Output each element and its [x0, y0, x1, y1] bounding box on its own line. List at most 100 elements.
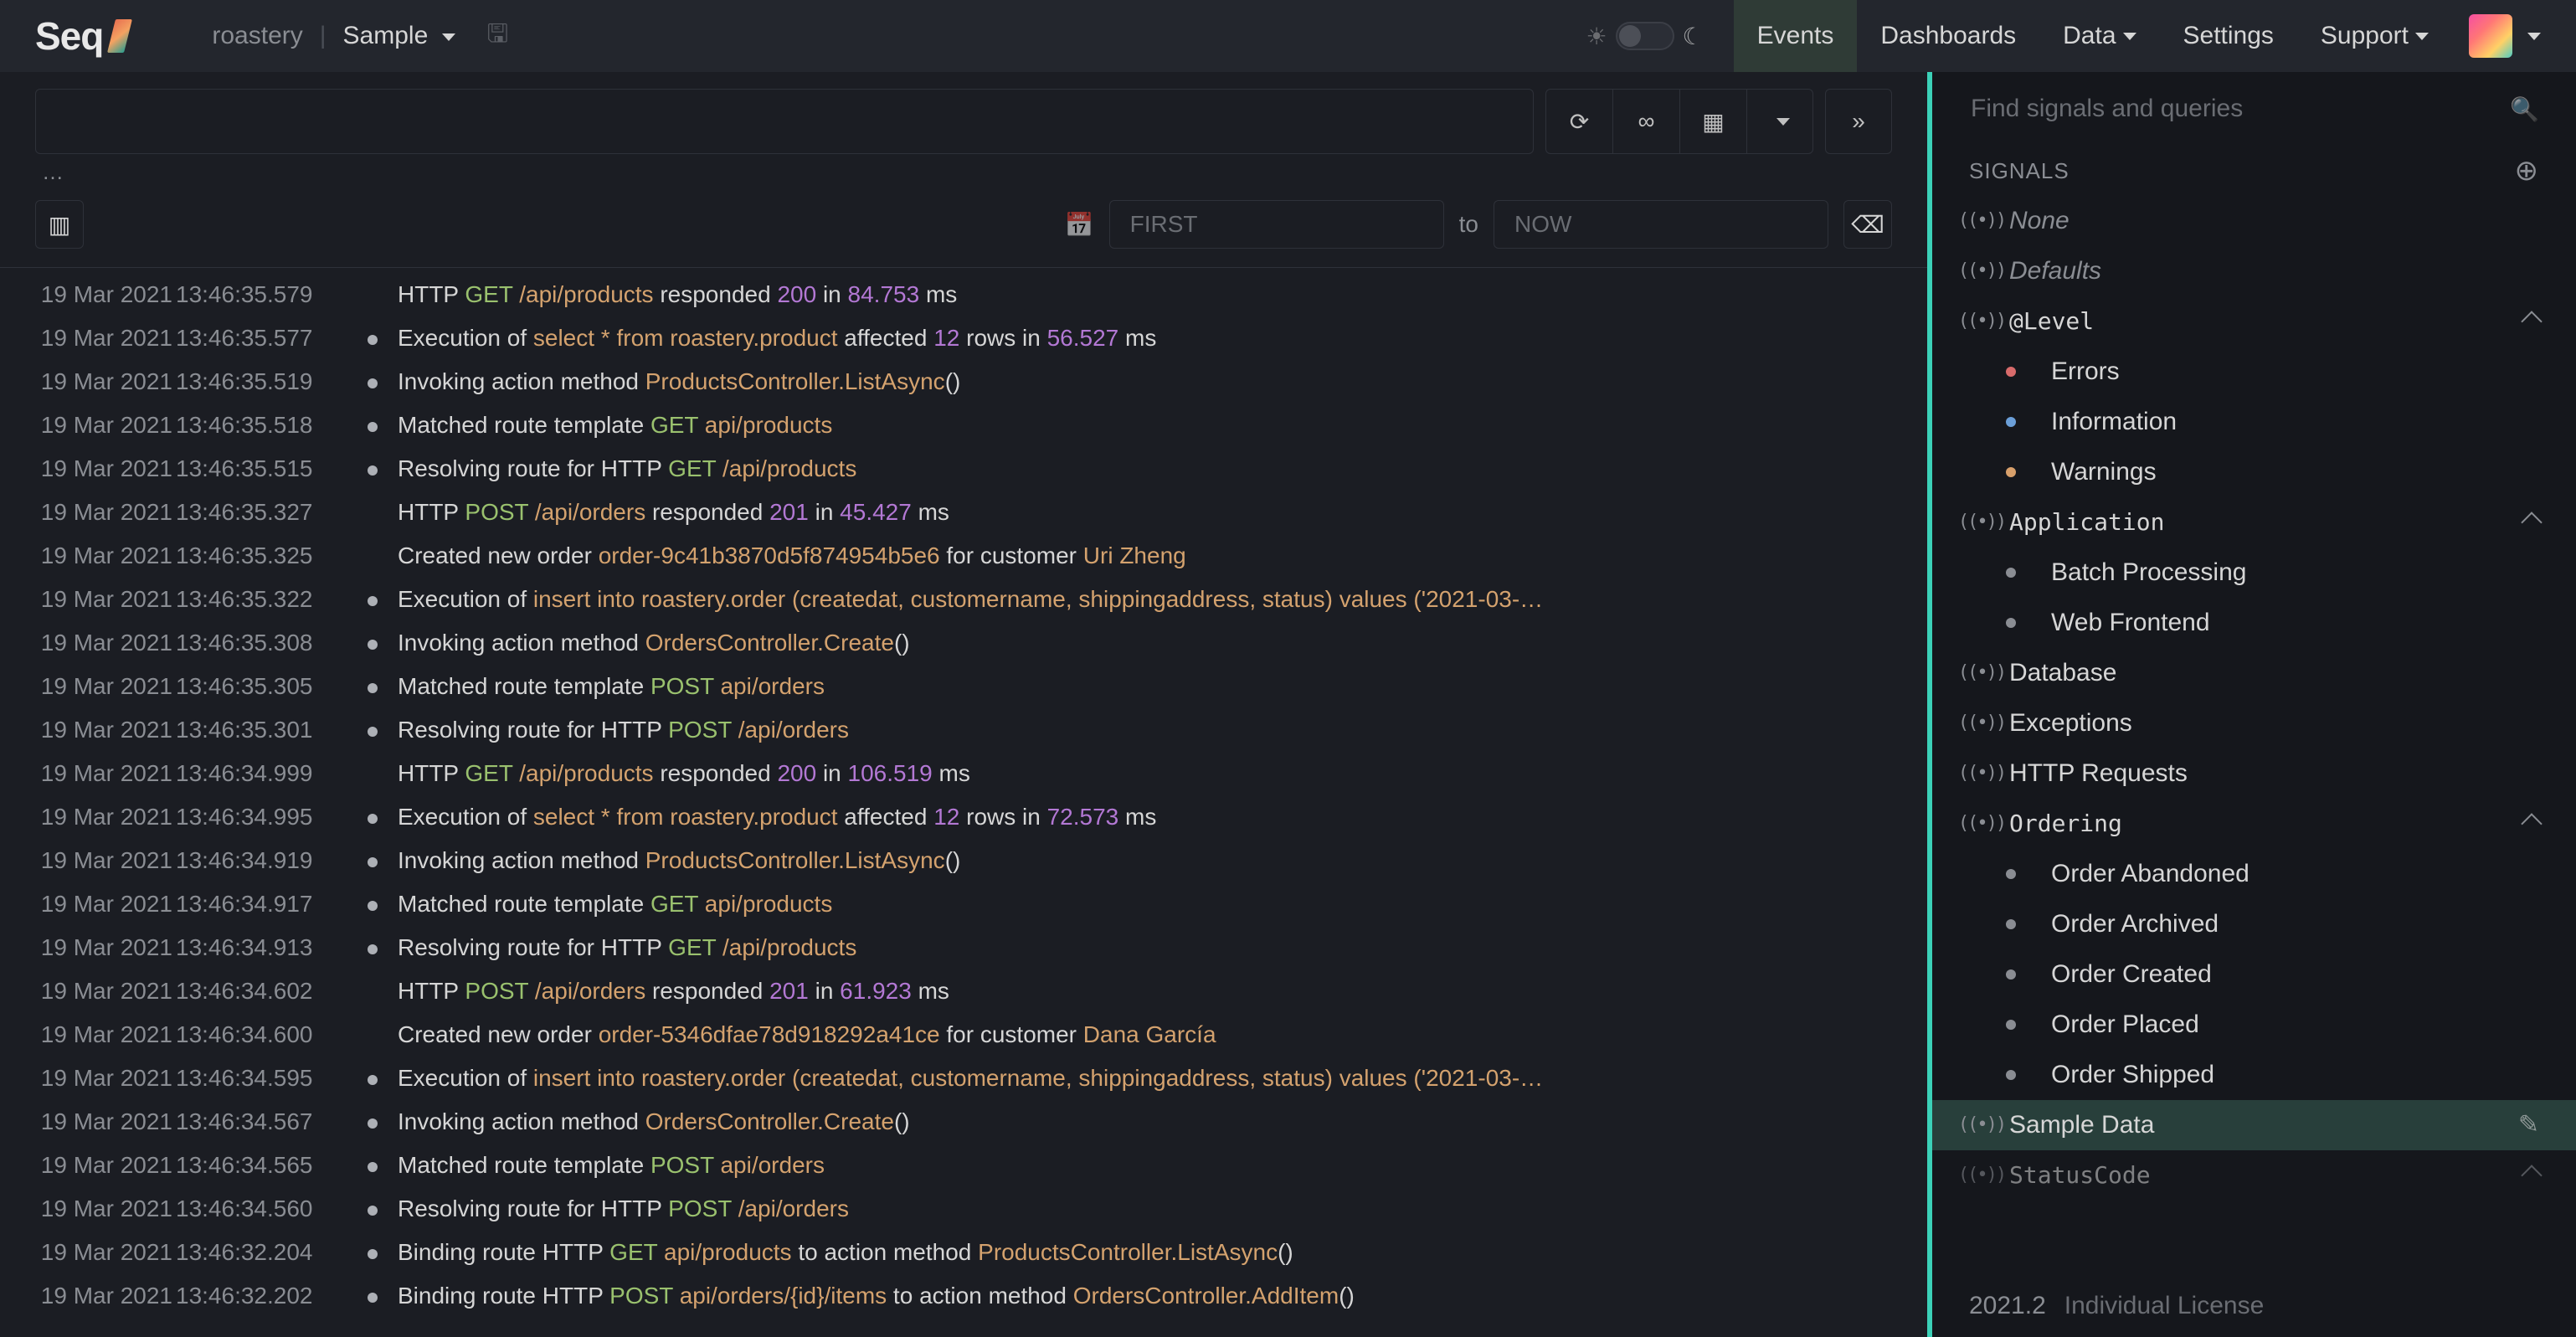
token-plain: () [894, 1108, 910, 1134]
event-row[interactable]: 19 Mar 202113:46:35.301Resolving route f… [0, 708, 1927, 752]
event-row[interactable]: 19 Mar 202113:46:34.560Resolving route f… [0, 1187, 1927, 1231]
event-row[interactable]: 19 Mar 202113:46:35.579HTTP GET /api/pro… [0, 273, 1927, 316]
event-row[interactable]: 19 Mar 202113:46:34.917Matched route tem… [0, 882, 1927, 926]
query-input[interactable] [35, 89, 1534, 154]
signal-item[interactable]: None [1932, 196, 2576, 246]
token-green: GET [609, 1239, 657, 1265]
app-logo[interactable]: Seq [35, 13, 128, 59]
token-plain: in [809, 499, 840, 525]
signal-label: Application [2009, 502, 2164, 543]
event-row[interactable]: 19 Mar 202113:46:34.602HTTP POST /api/or… [0, 969, 1927, 1013]
histogram-toggle[interactable]: ▥ [35, 200, 84, 249]
signals-search-input[interactable] [1969, 94, 2496, 124]
save-icon[interactable]: 🖫 [487, 15, 509, 58]
signal-item[interactable]: Application [1932, 497, 2576, 548]
event-time: 13:46:34.602 [176, 970, 347, 1012]
event-level-indicator [347, 1188, 398, 1230]
range-from-input[interactable]: FIRST [1109, 200, 1444, 249]
theme-switch-track[interactable] [1616, 22, 1674, 50]
token-plain: HTTP [398, 760, 465, 786]
event-row[interactable]: 19 Mar 202113:46:35.322Execution of inse… [0, 578, 1927, 621]
chevron-up-icon [2521, 813, 2542, 834]
event-row[interactable]: 19 Mar 202113:46:32.204Binding route HTT… [0, 1231, 1927, 1274]
more-button[interactable]: » [1825, 89, 1892, 154]
range-to-input[interactable]: NOW [1494, 200, 1828, 249]
event-row[interactable]: 19 Mar 202113:46:35.305Matched route tem… [0, 665, 1927, 708]
signal-item[interactable]: Warnings [1932, 447, 2576, 497]
token-plain: Matched route template [398, 673, 650, 699]
event-row[interactable]: 19 Mar 202113:46:34.999HTTP GET /api/pro… [0, 752, 1927, 795]
signal-item[interactable]: Errors [1932, 347, 2576, 397]
signal-label: Order Placed [2051, 1005, 2199, 1045]
signal-item[interactable]: Ordering [1932, 799, 2576, 849]
signal-item[interactable]: Order Placed [1932, 1000, 2576, 1050]
search-icon[interactable]: 🔍 [2510, 95, 2539, 123]
event-row[interactable]: 19 Mar 202113:46:35.518Matched route tem… [0, 404, 1927, 447]
broadcast-icon [1969, 761, 1994, 786]
event-time: 13:46:32.202 [176, 1275, 347, 1317]
event-row[interactable]: 19 Mar 202113:46:35.577Execution of sele… [0, 316, 1927, 360]
signal-item[interactable]: Order Archived [1932, 899, 2576, 949]
event-row[interactable]: 19 Mar 202113:46:34.995Execution of sele… [0, 795, 1927, 839]
add-signal-button[interactable]: ⊕ [2515, 154, 2540, 188]
signal-item[interactable]: Batch Processing [1932, 548, 2576, 598]
signal-item[interactable]: Information [1932, 397, 2576, 447]
signal-item[interactable]: @Level [1932, 296, 2576, 347]
user-menu[interactable] [2469, 14, 2541, 58]
event-row[interactable]: 19 Mar 202113:46:34.919Invoking action m… [0, 839, 1927, 882]
event-row[interactable]: 19 Mar 202113:46:34.600Created new order… [0, 1013, 1927, 1057]
nav-tab-data[interactable]: Data [2039, 0, 2159, 72]
signal-item[interactable]: Database [1932, 648, 2576, 698]
event-time: 13:46:32.204 [176, 1232, 347, 1273]
token-orange: /api/orders [535, 499, 645, 525]
nav-tab-dashboards[interactable]: Dashboards [1857, 0, 2039, 72]
events-list[interactable]: 19 Mar 202113:46:35.579HTTP GET /api/pro… [0, 267, 1927, 1337]
nav-tab-events[interactable]: Events [1734, 0, 1858, 72]
token-purple: 200 [777, 760, 816, 786]
token-plain: affected [838, 325, 934, 351]
breadcrumb-workspace[interactable]: roastery [212, 22, 302, 50]
dot-icon [368, 640, 378, 650]
signal-item[interactable]: Order Created [1932, 949, 2576, 1000]
signal-label: Errors [2051, 352, 2120, 392]
signal-item[interactable]: Order Abandoned [1932, 849, 2576, 899]
refresh-button[interactable]: ⟳ [1545, 89, 1612, 154]
token-plain: ms [933, 760, 970, 786]
clear-range-button[interactable]: ⌫ [1843, 200, 1892, 249]
event-row[interactable]: 19 Mar 202113:46:34.565Matched route tem… [0, 1144, 1927, 1187]
breadcrumb-project[interactable]: Sample [343, 22, 455, 50]
event-row[interactable]: 19 Mar 202113:46:34.567Invoking action m… [0, 1100, 1927, 1144]
calendar-icon[interactable]: 📅 [1065, 211, 1094, 239]
event-date: 19 Mar 2021 [0, 927, 176, 969]
expand-menu-button[interactable] [1746, 89, 1813, 154]
tail-button[interactable]: ∞ [1612, 89, 1679, 154]
event-row[interactable]: 19 Mar 202113:46:35.327HTTP POST /api/or… [0, 491, 1927, 534]
token-plain: ms [919, 281, 957, 307]
signal-item[interactable]: Defaults [1932, 246, 2576, 296]
event-row[interactable]: 19 Mar 202113:46:35.515Resolving route f… [0, 447, 1927, 491]
nav-tab-support[interactable]: Support [2297, 0, 2452, 72]
nav-tab-settings[interactable]: Settings [2160, 0, 2297, 72]
event-row[interactable]: 19 Mar 202113:46:35.325Created new order… [0, 534, 1927, 578]
event-row[interactable]: 19 Mar 202113:46:34.913Resolving route f… [0, 926, 1927, 969]
signal-item[interactable]: Order Shipped [1932, 1050, 2576, 1100]
event-message: Matched route template POST api/orders [398, 666, 1927, 707]
event-time: 13:46:35.305 [176, 666, 347, 707]
signal-item[interactable]: Web Frontend [1932, 598, 2576, 648]
signal-item[interactable]: StatusCode [1932, 1150, 2576, 1201]
signal-item[interactable]: Sample Data✎ [1932, 1100, 2576, 1150]
view-mode-button[interactable]: ▦ [1679, 89, 1746, 154]
event-row[interactable]: 19 Mar 202113:46:32.202Binding route HTT… [0, 1274, 1927, 1318]
event-date: 19 Mar 2021 [0, 883, 176, 925]
signal-label: Order Created [2051, 954, 2212, 995]
event-row[interactable]: 19 Mar 202113:46:34.595Execution of inse… [0, 1057, 1927, 1100]
edit-icon[interactable]: ✎ [2518, 1105, 2539, 1145]
theme-toggle[interactable]: ☀ ☾ [1586, 22, 1703, 50]
signal-item[interactable]: Exceptions [1932, 698, 2576, 748]
signals-section-title: SIGNALS [1969, 158, 2070, 184]
event-row[interactable]: 19 Mar 202113:46:35.308Invoking action m… [0, 621, 1927, 665]
event-row[interactable]: 19 Mar 202113:46:35.519Invoking action m… [0, 360, 1927, 404]
signal-item[interactable]: HTTP Requests [1932, 748, 2576, 799]
signal-label: Database [2009, 653, 2116, 693]
token-plain: Resolving route for HTTP [398, 455, 668, 481]
